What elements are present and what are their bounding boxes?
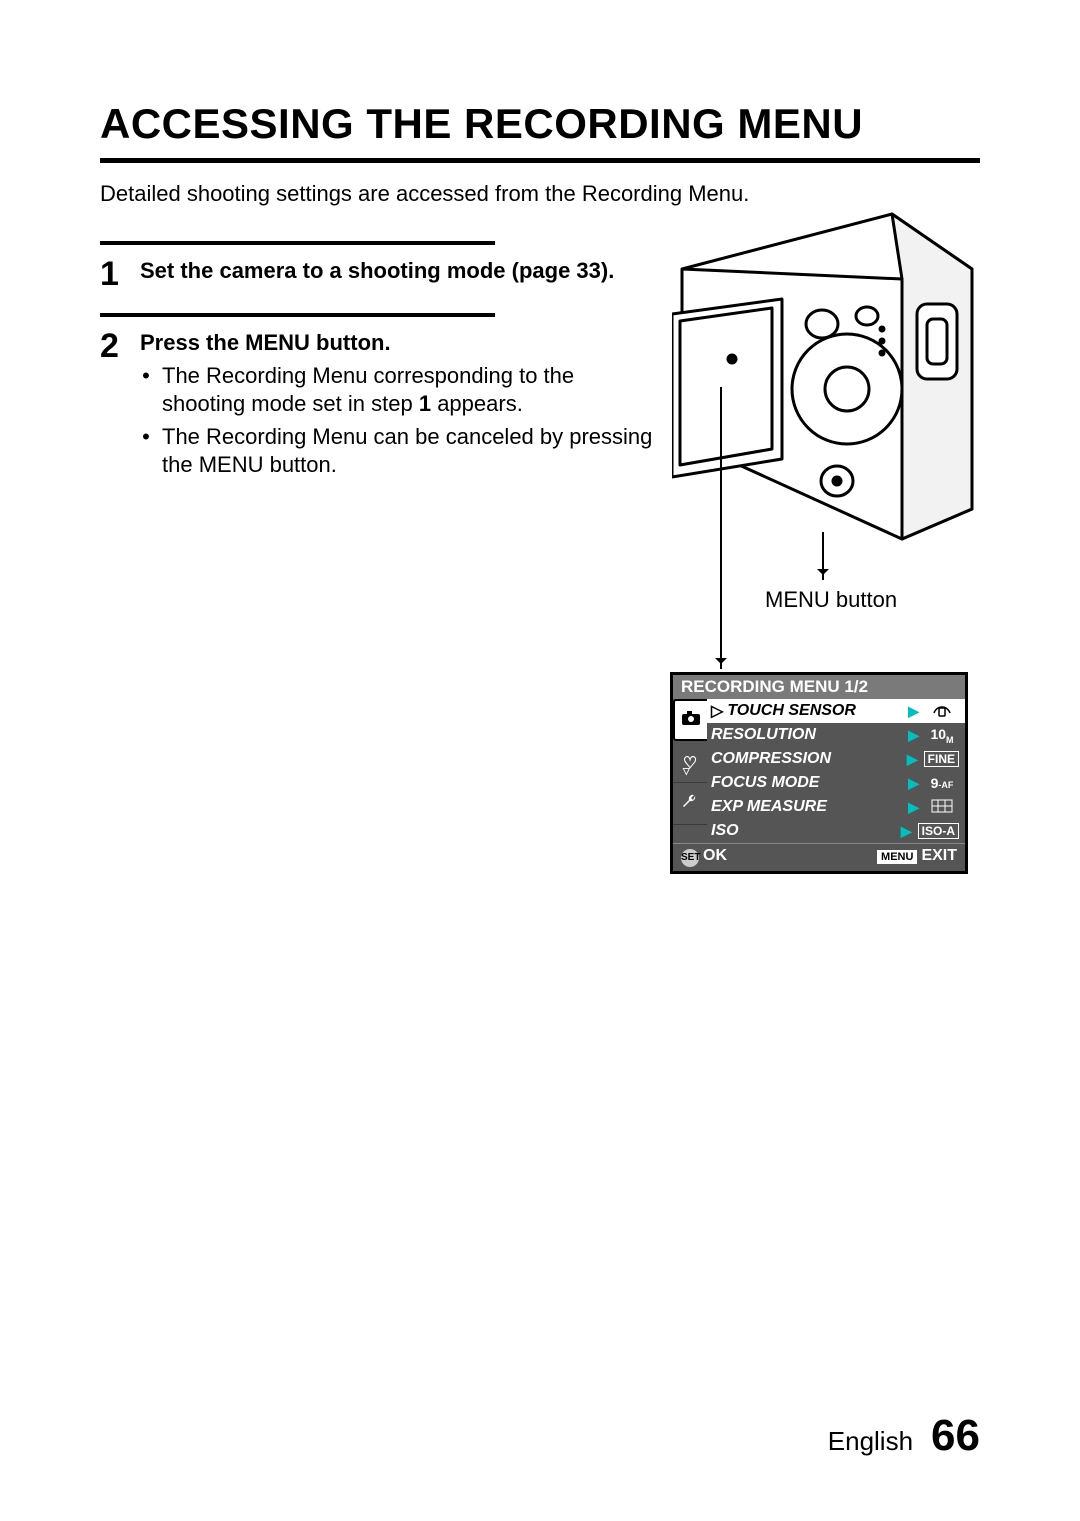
- page-title: ACCESSING THE RECORDING MENU: [100, 100, 980, 148]
- pointer-line: [822, 532, 824, 580]
- title-rule: [100, 158, 980, 163]
- bullet-text: The Recording Menu can be canceled by pr…: [162, 423, 656, 480]
- step-2-bullets: • The Recording Menu corresponding to th…: [140, 362, 656, 480]
- tab-settings[interactable]: [673, 783, 707, 825]
- row-value: 10M: [925, 726, 959, 745]
- page-footer: English 66: [828, 1411, 980, 1461]
- footer-page-number: 66: [931, 1411, 980, 1461]
- ok-indicator: SETOK: [681, 847, 727, 867]
- footer-language: English: [828, 1426, 913, 1457]
- chevron-right-icon: ▶: [908, 727, 919, 744]
- chevron-right-icon: ▶: [908, 703, 919, 720]
- step-1-heading: Set the camera to a shooting mode (page …: [140, 257, 614, 286]
- menu-row-compression[interactable]: COMPRESSION ▶ FINE: [707, 747, 965, 771]
- step-1: 1 Set the camera to a shooting mode (pag…: [100, 257, 656, 291]
- exit-indicator: MENUEXIT: [877, 847, 957, 867]
- row-value: [925, 799, 959, 816]
- wrench-icon: [681, 792, 699, 815]
- row-label: EXP MEASURE: [711, 798, 904, 816]
- steps-column: 1 Set the camera to a shooting mode (pag…: [100, 237, 656, 957]
- list-item: • The Recording Menu corresponding to th…: [140, 362, 656, 419]
- selector-icon: ▷: [711, 701, 723, 721]
- menu-row-focus-mode[interactable]: FOCUS MODE ▶ 9-AF: [707, 771, 965, 795]
- bullet-text-part: appears.: [431, 391, 523, 416]
- chevron-right-icon: ▶: [901, 823, 912, 840]
- step-separator: [100, 241, 495, 245]
- tab-camera[interactable]: [673, 699, 707, 741]
- step-number: 2: [100, 329, 126, 480]
- step-number: 1: [100, 257, 126, 291]
- menu-box-icon: MENU: [877, 850, 917, 864]
- set-icon: SET: [681, 849, 699, 867]
- row-value: ISO-A: [918, 823, 959, 839]
- menu-row-iso[interactable]: ISO ▶ ISO-A: [707, 819, 965, 843]
- intro-text: Detailed shooting settings are accessed …: [100, 181, 980, 207]
- row-value: FINE: [924, 751, 959, 767]
- pointer-line-to-screen: [720, 387, 722, 669]
- row-label: TOUCH SENSOR: [727, 702, 904, 720]
- chevron-right-icon: ▶: [908, 775, 919, 792]
- menu-row-touch-sensor[interactable]: ▷ TOUCH SENSOR ▶: [707, 699, 965, 723]
- tab-heart[interactable]: ♡▽: [673, 741, 707, 783]
- menu-rows: ▷ TOUCH SENSOR ▶ RESOLUTION ▶ 10M COMPRE…: [707, 699, 965, 843]
- row-value: 9-AF: [925, 775, 959, 791]
- illustration-column: MENU button RECORDING MENU 1/2 ♡▽: [680, 237, 980, 957]
- camera-icon: [682, 711, 700, 730]
- step-separator: [100, 313, 495, 317]
- list-item: • The Recording Menu can be canceled by …: [140, 423, 656, 480]
- row-label: RESOLUTION: [711, 726, 904, 744]
- step-2: 2 Press the MENU button. • The Recording…: [100, 329, 656, 480]
- heart-icon: ♡▽: [683, 753, 697, 771]
- chevron-right-icon: ▶: [907, 751, 918, 768]
- menu-row-exp-measure[interactable]: EXP MEASURE ▶: [707, 795, 965, 819]
- row-value: [925, 703, 959, 720]
- row-label: COMPRESSION: [711, 750, 903, 768]
- tab-column: ♡▽: [673, 699, 707, 843]
- row-label: ISO: [711, 822, 897, 840]
- recording-menu-screen: RECORDING MENU 1/2 ♡▽: [670, 672, 968, 874]
- screen-footer: SETOK MENUEXIT: [673, 843, 965, 871]
- menu-button-label: MENU button: [765, 587, 897, 613]
- row-label: FOCUS MODE: [711, 774, 904, 792]
- menu-row-resolution[interactable]: RESOLUTION ▶ 10M: [707, 723, 965, 747]
- step-2-heading: Press the MENU button.: [140, 329, 656, 358]
- screen-title: RECORDING MENU 1/2: [673, 675, 965, 699]
- chevron-right-icon: ▶: [908, 799, 919, 816]
